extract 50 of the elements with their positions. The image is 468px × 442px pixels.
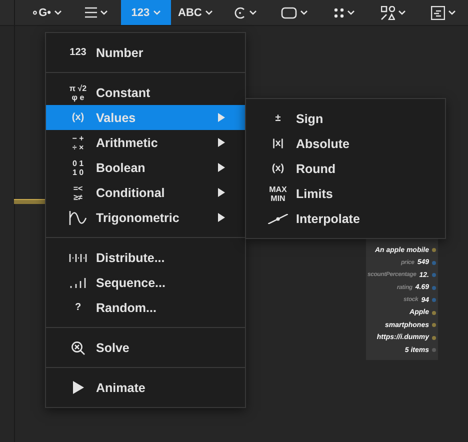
- shapes-icon: [381, 6, 396, 20]
- chevron-down-icon: [300, 10, 308, 15]
- bars-icon: [70, 278, 86, 288]
- menu-item[interactable]: ± Sign: [246, 106, 445, 131]
- glyph-icon: ?: [68, 302, 88, 314]
- chevron-down-icon: [248, 10, 257, 15]
- chevron-down-icon: [100, 10, 108, 15]
- rectangle-icon: [281, 6, 298, 18]
- list-icon: [84, 7, 97, 18]
- chevron-down-icon: [448, 10, 456, 15]
- chevron-down-icon: [54, 10, 62, 15]
- menu-item[interactable]: Trigonometric: [46, 205, 245, 230]
- menu-item[interactable]: − + ÷ × Arithmetic: [46, 130, 245, 155]
- menu-item[interactable]: Sequence...: [46, 270, 245, 295]
- menu-item[interactable]: |x| Absolute: [246, 131, 445, 156]
- menu-item[interactable]: 0 1 1 0 Boolean: [46, 155, 245, 180]
- glyph-icon: − + ÷ ×: [68, 134, 88, 152]
- glyph-icon: (x): [268, 162, 288, 174]
- glyph-icon: ±: [268, 112, 288, 124]
- toolbar-tab[interactable]: ∘G•: [22, 0, 72, 25]
- menu-item[interactable]: (x) Round: [246, 156, 445, 181]
- menu-item[interactable]: MAX MIN Limits: [246, 181, 445, 206]
- play-icon: [72, 381, 84, 394]
- dots-grid-icon: [334, 8, 344, 18]
- toolbar-tab[interactable]: ABC: [170, 0, 220, 25]
- glyph-icon: 123: [68, 46, 88, 58]
- menu-item[interactable]: ? Random...: [46, 295, 245, 320]
- interpolate-line-icon: [268, 214, 288, 224]
- glyph-icon: (x): [68, 112, 88, 124]
- glyph-icon: 0 1 1 0: [68, 158, 88, 176]
- circle-dot-icon: [234, 6, 246, 18]
- chevron-down-icon: [346, 10, 355, 15]
- menu-item[interactable]: Distribute...: [46, 245, 245, 270]
- menu-item[interactable]: Animate: [46, 375, 245, 400]
- chevron-down-icon: [204, 10, 213, 15]
- menu-item[interactable]: =< ≥≠ Conditional: [46, 180, 245, 205]
- glyph-icon: π √2 φ e: [68, 84, 88, 102]
- distribute-icon: [69, 254, 87, 262]
- document-icon: [430, 6, 445, 20]
- chevron-down-icon: [398, 10, 406, 15]
- menu-item[interactable]: 123 Number: [46, 40, 245, 65]
- sine-wave-icon: [69, 210, 87, 224]
- glyph-icon: =< ≥≠: [68, 184, 88, 202]
- menu-item[interactable]: Solve: [46, 335, 245, 360]
- glyph-icon: |x|: [268, 138, 288, 150]
- glyph-icon: MAX MIN: [268, 184, 288, 202]
- menu-item[interactable]: π √2 φ e Constant: [46, 80, 245, 105]
- search-x-icon: [71, 340, 85, 354]
- chevron-down-icon: [152, 10, 161, 15]
- menu-item[interactable]: Interpolate: [246, 206, 445, 231]
